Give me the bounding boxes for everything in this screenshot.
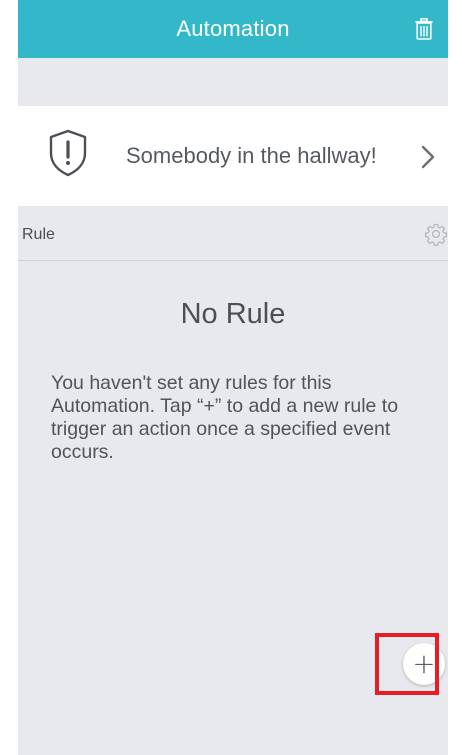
header-spacer (18, 58, 448, 106)
empty-state-description: You haven't set any rules for this Autom… (51, 372, 399, 463)
empty-state-title: No Rule (180, 298, 286, 330)
chevron-right-icon (421, 145, 435, 169)
rule-section-header: Rule (18, 208, 448, 261)
highlight-box (375, 633, 439, 695)
automation-name: Somebody in the hallway! (126, 143, 377, 168)
header-bar: Automation (18, 0, 448, 58)
trash-icon (415, 18, 433, 40)
shield-alert-icon (49, 129, 87, 177)
automation-item[interactable]: Somebody in the hallway! (18, 106, 448, 206)
delete-button[interactable] (410, 14, 438, 44)
gear-icon[interactable] (424, 222, 448, 246)
rule-section-label: Rule (22, 226, 55, 243)
page-title: Automation (176, 16, 290, 41)
